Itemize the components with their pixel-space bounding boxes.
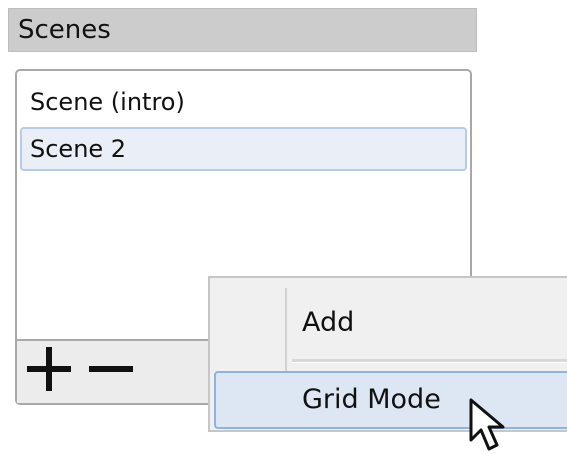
add-scene-button[interactable] (23, 341, 75, 401)
remove-scene-button[interactable] (85, 341, 137, 401)
minus-icon (89, 366, 133, 372)
plus-icon (27, 347, 71, 391)
scene-list-item[interactable]: Scene (intro) (20, 81, 467, 125)
menu-item-grid-mode[interactable]: Grid Mode (214, 371, 567, 429)
scene-list-item-selected[interactable]: Scene 2 (20, 127, 467, 171)
menu-separator (292, 359, 567, 363)
mouse-cursor-icon (469, 398, 505, 451)
scenes-dock: Scenes Scene (intro) Scene 2 Add Grid Mo… (0, 0, 567, 454)
dock-title: Scenes (8, 8, 477, 52)
menu-item-add[interactable]: Add (214, 294, 567, 352)
